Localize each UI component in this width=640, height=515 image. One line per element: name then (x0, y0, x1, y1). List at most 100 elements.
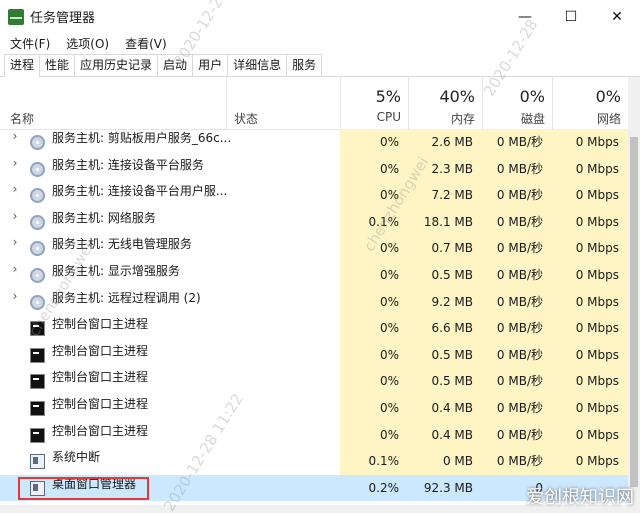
process-name: 服务主机: 网络服务 (52, 210, 156, 225)
process-row[interactable]: › 服务主机: 远程过程调用 (2) 0% 9.2 MB 0 MB/秒 0 Mb… (0, 288, 628, 316)
scroll-thumb[interactable] (630, 137, 638, 487)
process-row[interactable]: 控制台窗口主进程 0% 0.4 MB 0 MB/秒 0 Mbps (0, 394, 628, 422)
minimize-button[interactable]: — (502, 0, 548, 33)
expand-chevron-icon[interactable]: › (10, 182, 20, 196)
column-status[interactable]: 状态 (226, 77, 341, 129)
expand-chevron-icon[interactable]: › (10, 156, 20, 170)
process-disk: 0 MB/秒 (482, 129, 552, 156)
process-disk: 0 MB/秒 (482, 368, 552, 395)
process-row[interactable]: › 服务主机: 显示增强服务 0% 0.5 MB 0 MB/秒 0 Mbps (0, 261, 628, 289)
system-icon (30, 454, 45, 470)
expand-chevron-icon[interactable]: › (10, 289, 20, 303)
process-memory: 0.4 MB (408, 394, 482, 422)
process-row[interactable]: › 服务主机: 连接设备平台用户服... 0% 7.2 MB 0 MB/秒 0 … (0, 182, 628, 209)
process-memory: 0.4 MB (408, 421, 482, 449)
process-network: 0 Mbps (552, 315, 628, 342)
process-network: 0 Mbps (552, 421, 628, 449)
column-network[interactable]: 0% 网络 (552, 77, 629, 129)
expand-chevron-icon[interactable]: › (10, 235, 20, 249)
column-cpu[interactable]: 5% CPU (340, 77, 409, 129)
process-list: › 服务主机: 剪贴板用户服务_66c... 0% 2.6 MB 0 MB/秒 … (0, 129, 628, 502)
process-cpu: 0.1% (340, 208, 408, 236)
tab-services[interactable]: 服务 (286, 54, 323, 76)
gear-icon (30, 267, 45, 283)
process-cpu: 0% (340, 235, 408, 262)
vertical-scrollbar[interactable] (628, 77, 640, 513)
close-button[interactable]: ✕ (594, 0, 640, 33)
process-network: 0 Mbps (552, 368, 628, 395)
process-row[interactable]: 控制台窗口主进程 0% 0.5 MB 0 MB/秒 0 Mbps (0, 368, 628, 395)
expand-chevron-icon[interactable]: › (10, 129, 20, 143)
process-network: 0 Mbps (552, 155, 628, 183)
process-cpu: 0.2% (340, 474, 408, 502)
gear-icon (30, 135, 45, 150)
process-network: 0 Mbps (552, 208, 628, 236)
tab-processes[interactable]: 进程 (4, 54, 41, 77)
disk-label: 磁盘 (520, 112, 545, 126)
process-name: 服务主机: 显示增强服务 (52, 263, 180, 278)
process-cpu: 0% (340, 394, 408, 422)
column-disk[interactable]: 0% 磁盘 (482, 77, 553, 129)
process-cpu: 0% (340, 368, 408, 395)
menu-bar: 文件(F) 选项(O) 查看(V) (0, 33, 640, 53)
maximize-button[interactable]: ☐ (548, 0, 594, 33)
expand-chevron-icon[interactable]: › (10, 262, 20, 276)
column-header: 名称 状态 5% CPU 40% 内存 0% 磁盘 0% 网络 (0, 77, 628, 130)
process-memory: 18.1 MB (408, 208, 482, 236)
title-bar: 任务管理器 — ☐ ✕ (0, 0, 640, 33)
process-name: 控制台窗口主进程 (52, 317, 149, 332)
gear-icon (30, 241, 45, 257)
gear-icon (30, 188, 45, 204)
process-row[interactable]: › 服务主机: 连接设备平台服务 0% 2.3 MB 0 MB/秒 0 Mbps (0, 155, 628, 183)
process-row[interactable]: 系统中断 0.1% 0 MB 0 MB/秒 0 Mbps (0, 448, 628, 475)
column-name[interactable]: 名称 (0, 77, 226, 129)
column-memory[interactable]: 40% 内存 (408, 77, 483, 129)
process-network: 0 Mbps (552, 341, 628, 369)
process-cpu: 0% (340, 182, 408, 209)
process-memory: 0.7 MB (408, 235, 482, 262)
console-icon (30, 374, 45, 390)
process-row[interactable]: › 服务主机: 无线电管理服务 0% 0.7 MB 0 MB/秒 0 Mbps (0, 235, 628, 262)
process-network: 0 Mbps (552, 261, 628, 289)
process-row[interactable]: › 服务主机: 网络服务 0.1% 18.1 MB 0 MB/秒 0 Mbps (0, 208, 628, 236)
console-icon (30, 347, 45, 363)
process-memory: 0.5 MB (408, 341, 482, 369)
gear-icon (30, 214, 45, 230)
process-memory: 0 MB (408, 448, 482, 475)
memory-total: 40% (439, 87, 475, 106)
process-network: 0 Mbps (552, 448, 628, 475)
menu-file[interactable]: 文件(F) (4, 35, 56, 52)
tab-users[interactable]: 用户 (192, 54, 229, 76)
process-cpu: 0% (340, 421, 408, 449)
process-name: 控制台窗口主进程 (52, 396, 149, 411)
process-disk: 0 MB/秒 (482, 155, 552, 183)
process-network: 0 Mbps (552, 235, 628, 262)
tab-details[interactable]: 详细信息 (227, 54, 288, 76)
process-row[interactable]: 控制台窗口主进程 0% 6.6 MB 0 MB/秒 0 Mbps (0, 315, 628, 342)
process-row[interactable]: 控制台窗口主进程 0% 0.5 MB 0 MB/秒 0 Mbps (0, 341, 628, 369)
tab-startup[interactable]: 启动 (157, 54, 194, 76)
cpu-total: 5% (375, 87, 401, 106)
menu-options[interactable]: 选项(O) (60, 35, 115, 52)
process-memory: 9.2 MB (408, 288, 482, 316)
expand-chevron-icon[interactable]: › (10, 209, 20, 223)
gear-icon (30, 161, 45, 177)
tab-performance[interactable]: 性能 (39, 54, 76, 76)
console-icon (30, 427, 45, 443)
process-disk: 0 MB/秒 (482, 182, 552, 209)
process-disk: 0 MB/秒 (482, 448, 552, 475)
tab-app-history[interactable]: 应用历史记录 (74, 54, 159, 76)
menu-view[interactable]: 查看(V) (119, 35, 173, 52)
process-disk: 0 MB/秒 (482, 235, 552, 262)
process-row[interactable]: 控制台窗口主进程 0% 0.4 MB 0 MB/秒 0 Mbps (0, 421, 628, 449)
process-disk: 0 MB/秒 (482, 394, 552, 422)
process-memory: 92.3 MB (408, 474, 482, 502)
process-name: 服务主机: 连接设备平台用户服... (52, 184, 228, 199)
process-disk: 0 MB/秒 (482, 208, 552, 236)
process-cpu: 0% (340, 261, 408, 289)
process-memory: 6.6 MB (408, 315, 482, 342)
process-row[interactable]: › 服务主机: 剪贴板用户服务_66c... 0% 2.6 MB 0 MB/秒 … (0, 129, 628, 156)
console-icon (30, 321, 45, 337)
task-manager-icon (8, 8, 24, 25)
cpu-label: CPU (376, 110, 401, 124)
